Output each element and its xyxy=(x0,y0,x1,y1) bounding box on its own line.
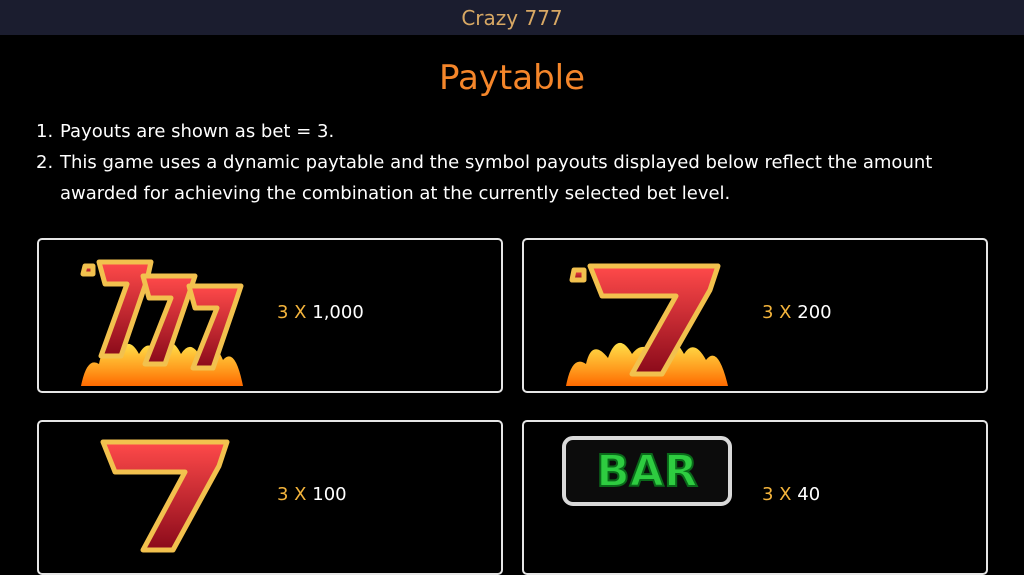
single-seven-fire-icon xyxy=(566,263,728,386)
payout-multiplier: 3 X xyxy=(277,302,307,323)
triple-seven-fire-icon xyxy=(80,259,244,386)
rule-text: Payouts are shown as bet = 3. xyxy=(60,121,335,142)
payout-value: 40 xyxy=(797,484,821,505)
payout-multiplier: 3 X xyxy=(762,484,792,505)
seven-icon xyxy=(100,439,230,553)
title-bar: Crazy 777 xyxy=(0,0,1024,35)
rule-text: This game uses a dynamic paytable and th… xyxy=(60,152,933,204)
rule-number: 1. xyxy=(36,121,54,142)
rule-number: 2. xyxy=(36,152,54,173)
paytable-card-triple-seven: 3 X 1,000 xyxy=(37,238,503,393)
rule-item: 2. This game uses a dynamic paytable and… xyxy=(36,147,996,209)
page-title: Paytable xyxy=(438,58,586,98)
payout-text: 3 X 200 xyxy=(762,302,832,323)
payout-multiplier: 3 X xyxy=(762,302,792,323)
rule-item: 1. Payouts are shown as bet = 3. xyxy=(36,116,996,147)
payout-text: 3 X 1,000 xyxy=(277,302,364,323)
bar-icon: BAR xyxy=(562,436,732,506)
payout-value: 1,000 xyxy=(312,302,364,323)
payout-multiplier: 3 X xyxy=(277,484,307,505)
payout-text: 3 X 40 xyxy=(762,484,820,505)
payout-value: 200 xyxy=(797,302,832,323)
payout-value: 100 xyxy=(312,484,347,505)
bar-label: BAR xyxy=(596,446,697,497)
rules-list: 1. Payouts are shown as bet = 3. 2. This… xyxy=(36,116,996,209)
game-title: Crazy 777 xyxy=(461,5,563,30)
payout-text: 3 X 100 xyxy=(277,484,347,505)
paytable-card-single-seven: 3 X 200 xyxy=(522,238,988,393)
